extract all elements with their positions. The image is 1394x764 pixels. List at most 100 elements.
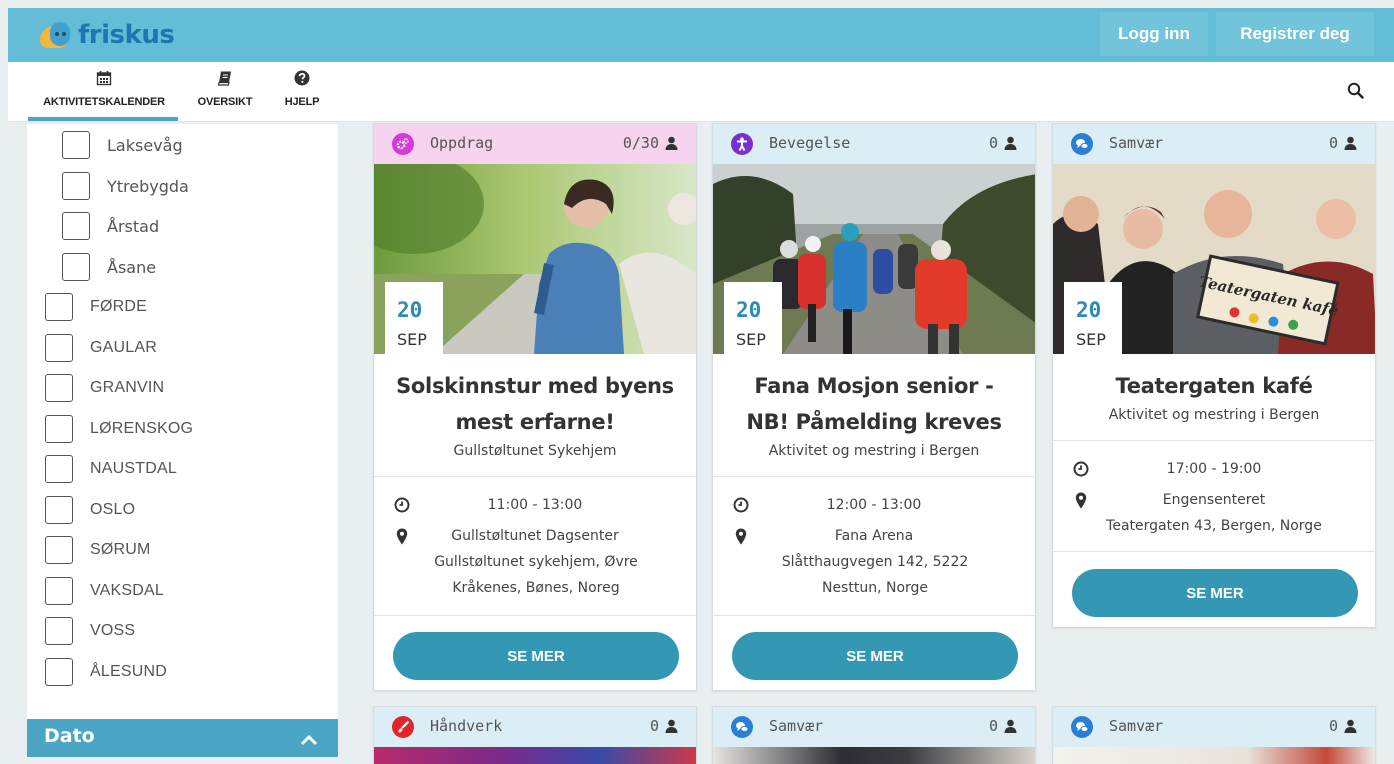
card-header: Samvær 0 (1053, 124, 1375, 164)
paintbrush-icon (392, 716, 414, 738)
checkbox[interactable] (45, 617, 73, 645)
filter-oslo[interactable]: OSLO (45, 495, 135, 525)
logo[interactable]: friskus (40, 18, 175, 52)
checkbox[interactable] (45, 415, 73, 443)
filter-voss[interactable]: VOSS (45, 616, 135, 646)
location-name: Gullstøltunet Dagsenter (451, 528, 619, 544)
category-label: Samvær (769, 717, 824, 735)
register-button[interactable]: Registrer deg (1216, 12, 1374, 56)
checkbox[interactable] (45, 374, 73, 402)
activity-card[interactable]: Samvær 0 (1052, 706, 1376, 764)
se-mer-button[interactable]: SE MER (732, 632, 1018, 680)
activity-image[interactable]: 20 SEP (713, 164, 1035, 354)
filter-ytrebygda[interactable]: Ytrebygda (62, 171, 189, 201)
checkbox-label: Årstad (107, 216, 160, 236)
tab-aktivitetskalender[interactable]: AKTIVITETSKALENDER (28, 70, 180, 108)
category-label: Samvær (1109, 717, 1164, 735)
tab-oversikt[interactable]: OVERSIKT (190, 70, 260, 108)
tab-label: AKTIVITETSKALENDER (43, 96, 165, 108)
activity-title[interactable]: Teatergaten kafé (1053, 368, 1375, 404)
category-label: Samvær (1109, 134, 1164, 152)
calendar-icon (96, 70, 112, 88)
se-mer-button[interactable]: SE MER (393, 632, 679, 680)
dato-filter-header[interactable]: Dato (27, 719, 338, 757)
filter-granvin[interactable]: GRANVIN (45, 373, 164, 403)
divider (1053, 551, 1375, 552)
activity-image[interactable] (713, 747, 1035, 764)
user-icon (1004, 719, 1017, 733)
checkbox[interactable] (62, 253, 90, 281)
chat-bubbles-icon (1071, 133, 1093, 155)
user-icon (665, 719, 678, 733)
user-icon (1344, 719, 1357, 733)
activity-card[interactable]: Samvær 0 (712, 706, 1036, 764)
checkbox-label: Åsane (107, 257, 157, 277)
filter-laksevag[interactable]: Laksevåg (62, 130, 183, 160)
filter-forde[interactable]: FØRDE (45, 292, 147, 322)
checkbox[interactable] (62, 131, 90, 159)
activity-info: 12:00 - 13:00 Fana Arena Slåtthaugvegen … (713, 477, 1035, 615)
filter-alesund[interactable]: ÅLESUND (45, 657, 167, 687)
activity-title[interactable]: Fana Mosjon senior - NB! Påmelding kreve… (713, 368, 1035, 440)
checkbox[interactable] (45, 496, 73, 524)
card-header: Samvær 0 (1053, 707, 1375, 747)
checkbox[interactable] (62, 172, 90, 200)
count-value: 0 (988, 717, 998, 735)
activity-image[interactable]: 20 SEP (374, 164, 696, 354)
count-value: 0 (1328, 717, 1338, 735)
active-tab-indicator (28, 117, 178, 121)
checkbox[interactable] (45, 536, 73, 564)
count-value: 0 (988, 134, 998, 152)
date-day: 20 (1076, 298, 1102, 322)
card-header: Oppdrag 0/30 (374, 124, 696, 164)
tab-hjelp[interactable]: HJELP (276, 70, 328, 108)
activity-image[interactable] (374, 747, 696, 764)
activity-image[interactable] (1053, 747, 1375, 764)
filter-vaksdal[interactable]: VAKSDAL (45, 576, 164, 606)
activity-card[interactable]: Bevegelse 0 20 SEP Fana Mosjon senior - … (712, 123, 1036, 691)
activity-card[interactable]: Oppdrag 0/30 20 SEP Solskinnstur med bye… (373, 123, 697, 691)
activity-time: 12:00 - 13:00 (826, 497, 922, 513)
date-badge: 20 SEP (724, 282, 782, 354)
card-header: Samvær 0 (713, 707, 1035, 747)
checkbox[interactable] (45, 334, 73, 362)
filter-lorenskog[interactable]: LØRENSKOG (45, 414, 193, 444)
checkbox-label: Laksevåg (107, 135, 183, 155)
checkbox[interactable] (45, 293, 73, 321)
participant-count: 0/30 (623, 134, 678, 152)
card-header: Håndverk 0 (374, 707, 696, 747)
activity-image[interactable]: Teatergaten kafé 20 SEP (1053, 164, 1375, 354)
search-icon[interactable] (1347, 82, 1364, 103)
activity-card[interactable]: Samvær 0 Teatergaten kafé 20 SEP Teaterg… (1052, 123, 1376, 628)
filter-naustdal[interactable]: NAUSTDAL (45, 454, 177, 484)
filter-arstad[interactable]: Årstad (62, 211, 159, 241)
date-badge: 20 SEP (385, 282, 443, 354)
participant-count: 0 (989, 134, 1017, 152)
logo-mark-icon (40, 20, 72, 50)
location-address: Teatergaten 43, Bergen, Norge (1106, 518, 1322, 534)
participant-count: 0 (989, 717, 1017, 735)
filter-gaular[interactable]: GAULAR (45, 333, 157, 363)
count-value: 0 (1328, 134, 1338, 152)
activity-title[interactable]: Solskinnstur med byens mest erfarne! (374, 368, 696, 440)
organizer: Gullstøltunet Sykehjem (453, 443, 617, 459)
user-icon (665, 136, 678, 150)
checkbox[interactable] (45, 577, 73, 605)
filter-asane[interactable]: Åsane (62, 252, 156, 282)
login-button[interactable]: Logg inn (1100, 12, 1208, 56)
checkbox[interactable] (62, 212, 90, 240)
checkbox-label: VAKSDAL (90, 582, 165, 599)
date-month: SEP (1076, 330, 1106, 349)
location-address: Gullstøltunet sykehjem, Øvre Kråkenes, B… (434, 554, 638, 596)
activity-card[interactable]: Håndverk 0 (373, 706, 697, 764)
filter-sorum[interactable]: SØRUM (45, 535, 151, 565)
activity-info: 17:00 - 19:00 Engensenteret Teatergaten … (1053, 441, 1375, 551)
count-value: 0 (649, 717, 659, 735)
checkbox-label: LØRENSKOG (90, 420, 194, 437)
activity-time: 17:00 - 19:00 (1166, 461, 1262, 477)
checkbox-label: Ytrebygda (107, 176, 189, 196)
se-mer-button[interactable]: SE MER (1072, 569, 1358, 617)
checkbox[interactable] (45, 658, 73, 686)
user-icon (1344, 136, 1357, 150)
checkbox[interactable] (45, 455, 73, 483)
